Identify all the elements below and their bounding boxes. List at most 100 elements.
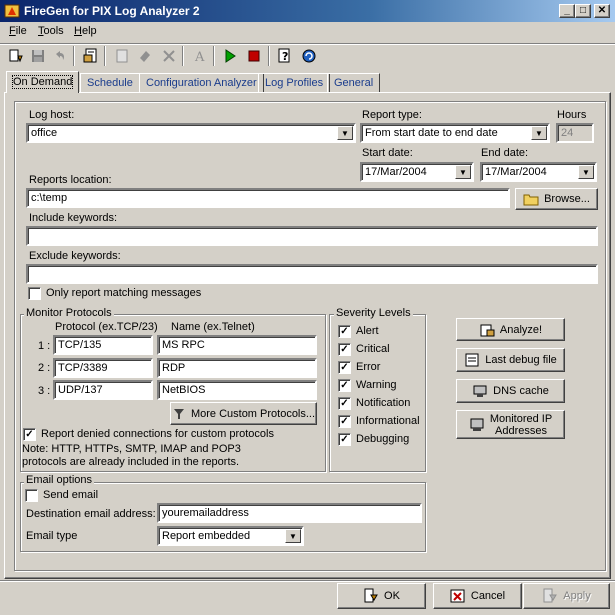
chevron-down-icon[interactable]: ▼ [285, 529, 301, 543]
tab-general[interactable]: General [327, 73, 381, 93]
menu-help[interactable]: Help [74, 25, 97, 37]
menu-file-label: ile [15, 25, 27, 37]
log-host-label: Log host: [29, 109, 75, 121]
report-denied-label: Report denied connections for custom pro… [41, 428, 274, 440]
send-email-checkbox[interactable] [25, 489, 38, 502]
menu-help-label: elp [81, 25, 97, 37]
severity-label: Alert [356, 325, 379, 337]
end-date-label: End date: [481, 147, 529, 159]
svg-text:?: ? [282, 50, 288, 63]
apply-button[interactable]: Apply [523, 583, 610, 609]
tab-label: Log Profiles [265, 77, 324, 89]
refresh-icon[interactable] [298, 45, 320, 67]
reports-location-field[interactable]: c:\temp [26, 188, 510, 208]
protocol-field[interactable]: UDP/137 [53, 380, 153, 400]
font-icon[interactable]: A [189, 45, 211, 67]
minimize-button[interactable]: _ [559, 4, 575, 18]
chevron-down-icon[interactable]: ▼ [531, 126, 547, 140]
cancel-icon [450, 588, 466, 604]
severity-label: Warning [356, 379, 397, 391]
delete-icon[interactable] [158, 45, 180, 67]
severity-label: Notification [356, 397, 411, 409]
ok-icon [363, 588, 379, 604]
checkmark-icon: ✓ [340, 433, 349, 445]
tab-log-profiles[interactable]: Log Profiles [258, 73, 331, 93]
menu-file[interactable]: File [9, 25, 27, 37]
end-date-value: 17/Mar/2004 [485, 166, 547, 178]
severity-checkbox[interactable]: ✓ [338, 361, 351, 374]
start-date-value: 17/Mar/2004 [365, 166, 427, 178]
close-icon: ✕ [597, 5, 607, 16]
protocol-field[interactable]: TCP/3389 [53, 358, 153, 378]
severity-checkbox[interactable]: ✓ [338, 343, 351, 356]
protocol-name-field[interactable]: RDP [157, 358, 317, 378]
tab-schedule[interactable]: Schedule [80, 73, 140, 93]
tab-label: General [334, 77, 374, 89]
severity-checkbox[interactable]: ✓ [338, 433, 351, 446]
only-matching-checkbox[interactable] [28, 287, 41, 300]
email-options-title: Email options [24, 474, 95, 486]
report-denied-checkbox[interactable]: ✓ [23, 428, 36, 441]
minimize-icon: _ [564, 5, 570, 16]
start-date-picker[interactable]: 17/Mar/2004 ▼ [360, 162, 474, 182]
save-icon[interactable] [27, 45, 49, 67]
tab-label: Configuration Analyzer [146, 77, 257, 89]
analyze-label: Analyze! [499, 323, 543, 336]
report-type-select[interactable]: From start date to end date ▼ [360, 123, 550, 143]
analyze-button[interactable]: Analyze! [456, 318, 565, 341]
run-icon[interactable] [219, 45, 241, 67]
menu-tools-label: ools [43, 25, 64, 37]
severity-checkbox[interactable]: ✓ [338, 325, 351, 338]
dns-cache-button[interactable]: DNS cache [456, 379, 565, 403]
end-date-picker[interactable]: 17/Mar/2004 ▼ [480, 162, 597, 182]
firegen-app-icon [4, 3, 20, 19]
help-icon[interactable]: ? [274, 45, 296, 67]
report-icon[interactable] [80, 45, 102, 67]
cancel-button[interactable]: Cancel [433, 583, 522, 609]
chevron-down-icon[interactable]: ▼ [578, 165, 594, 179]
open-log-icon[interactable] [5, 45, 27, 67]
protocol-name-field[interactable]: MS RPC [157, 335, 317, 355]
menu-tools[interactable]: Tools [38, 25, 64, 37]
severity-checkbox[interactable]: ✓ [338, 415, 351, 428]
severity-levels-title: Severity Levels [334, 307, 413, 319]
log-host-select[interactable]: office ▼ [26, 123, 356, 143]
protocol-field[interactable]: TCP/135 [53, 335, 153, 355]
destination-email-field[interactable]: youremailaddress [157, 503, 422, 523]
undo-icon[interactable] [49, 45, 71, 67]
menu-help-accel: H [74, 25, 82, 37]
last-debug-file-button[interactable]: Last debug file [456, 348, 565, 372]
ok-button[interactable]: OK [337, 583, 426, 609]
new-page-icon[interactable] [111, 45, 133, 67]
erase-icon[interactable] [134, 45, 156, 67]
svg-text:A: A [194, 50, 205, 64]
last-debug-file-label: Last debug file [485, 354, 557, 366]
severity-checkbox[interactable]: ✓ [338, 379, 351, 392]
include-keywords-field[interactable] [26, 226, 598, 246]
close-button[interactable]: ✕ [594, 4, 610, 18]
stop-icon[interactable] [243, 45, 265, 67]
log-host-value: office [31, 127, 58, 139]
browse-button[interactable]: Browse... [515, 188, 598, 210]
apply-label: Apply [563, 590, 591, 602]
more-custom-protocols-button[interactable]: More Custom Protocols... [170, 402, 317, 425]
severity-checkbox[interactable]: ✓ [338, 397, 351, 410]
title-bar[interactable]: FireGen for PIX Log Analyzer 2 _ □ ✕ [0, 0, 615, 22]
protocol-row-number: 1 : [38, 340, 51, 352]
email-type-select[interactable]: Report embedded ▼ [157, 526, 304, 546]
chevron-down-icon[interactable]: ▼ [337, 126, 353, 140]
chevron-down-icon[interactable]: ▼ [455, 165, 471, 179]
more-custom-protocols-label: More Custom Protocols... [190, 407, 316, 420]
severity-label: Debugging [356, 433, 410, 445]
monitored-ip-button[interactable]: Monitored IP Addresses [456, 410, 565, 439]
maximize-button[interactable]: □ [575, 4, 591, 18]
tab-on-demand[interactable]: On Demand [6, 71, 80, 93]
dns-cache-label: DNS cache [493, 385, 549, 397]
protocol-name-field[interactable]: NetBIOS [157, 380, 317, 400]
hours-field[interactable]: 24 [556, 123, 594, 143]
monitored-ip-line2: Addresses [495, 424, 547, 437]
checkmark-icon: ✓ [340, 397, 349, 409]
apply-icon [542, 588, 558, 604]
exclude-keywords-field[interactable] [26, 264, 598, 284]
tab-configuration-analyzer[interactable]: Configuration Analyzer [139, 73, 264, 93]
